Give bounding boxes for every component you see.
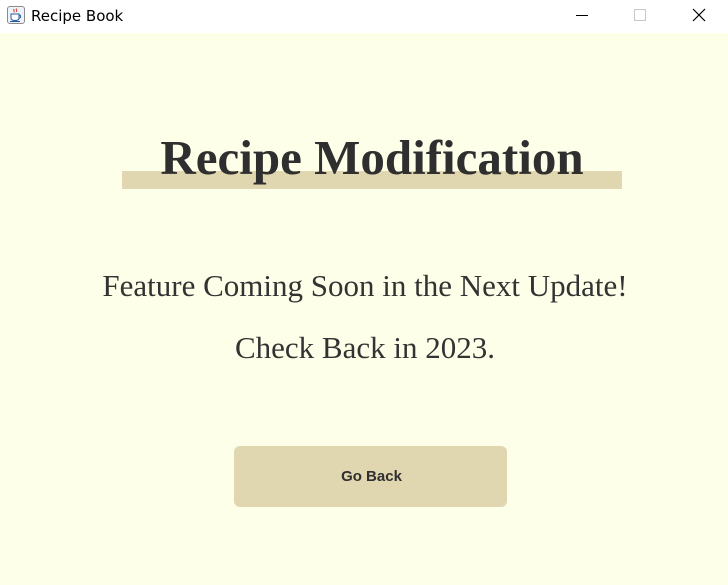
check-back-message: Check Back in 2023. <box>234 330 495 365</box>
close-button[interactable] <box>670 0 728 33</box>
maximize-icon <box>634 9 646 21</box>
content-panel: Recipe Modification Feature Coming Soon … <box>0 33 728 585</box>
page-title: Recipe Modification <box>160 130 584 185</box>
close-icon <box>692 8 706 22</box>
window-title: Recipe Book <box>31 7 124 25</box>
minimize-icon <box>576 15 588 16</box>
go-back-button[interactable]: Go Back <box>234 446 507 507</box>
coming-soon-message: Feature Coming Soon in the Next Update! <box>102 268 628 303</box>
java-cup-icon[interactable] <box>7 6 25 24</box>
app-window: Recipe Book Recipe Modification Feature … <box>0 0 728 585</box>
title-bar[interactable]: Recipe Book <box>0 0 728 33</box>
maximize-button[interactable] <box>611 0 669 33</box>
minimize-button[interactable] <box>553 0 611 33</box>
